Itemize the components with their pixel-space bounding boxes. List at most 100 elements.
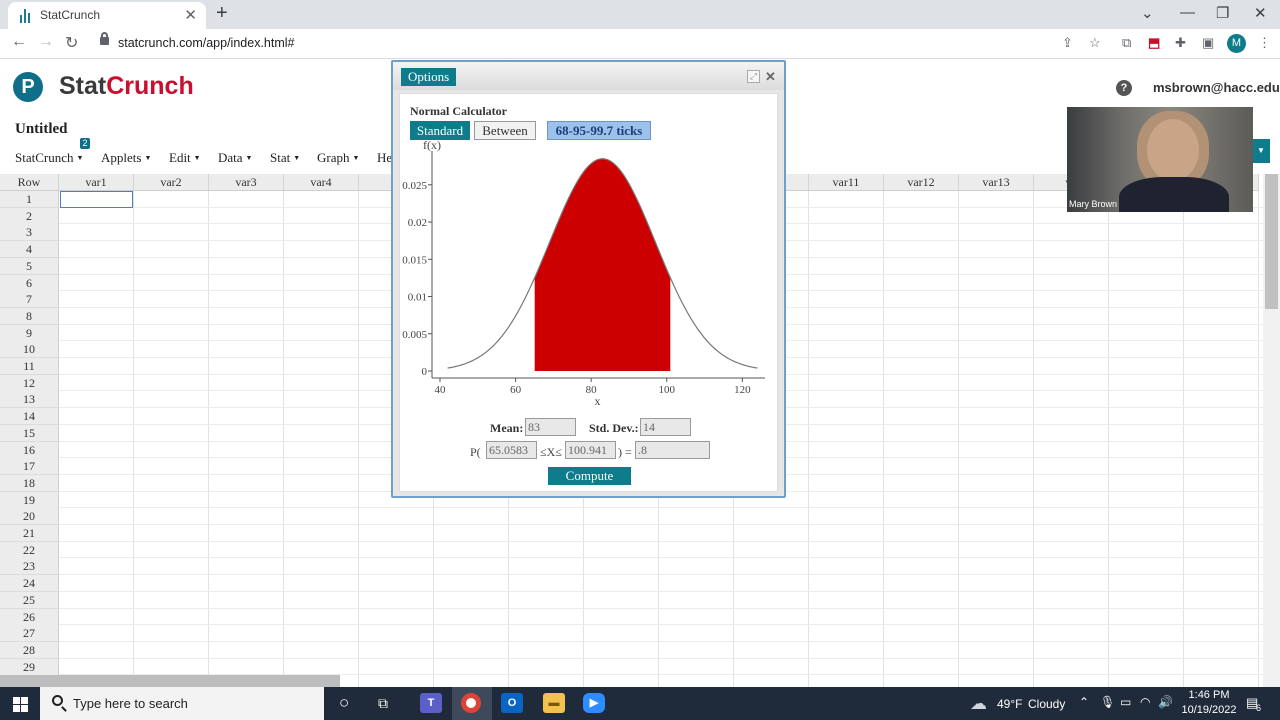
row-number[interactable]: 27 xyxy=(0,625,59,643)
selected-cell[interactable] xyxy=(60,191,133,208)
row-number[interactable]: 14 xyxy=(0,408,59,426)
row-number[interactable]: 23 xyxy=(0,558,59,576)
row-number[interactable]: 21 xyxy=(0,525,59,542)
forward-icon[interactable]: → xyxy=(38,33,54,51)
row-number[interactable]: 25 xyxy=(0,591,59,609)
menu-graph[interactable]: Graph ▼ xyxy=(317,150,359,166)
browser-tab[interactable]: StatCrunch ✕ xyxy=(8,2,206,29)
outlook-icon[interactable]: O xyxy=(501,693,523,713)
window-close-icon[interactable]: ✕ xyxy=(1254,4,1267,22)
maximize-icon[interactable]: ❐ xyxy=(1216,4,1229,22)
column-header[interactable]: var1 xyxy=(59,174,134,191)
row-number[interactable]: 7 xyxy=(0,291,59,309)
chrome-icon[interactable] xyxy=(461,693,481,713)
row-number[interactable]: 3 xyxy=(0,224,59,242)
scroll-thumb[interactable] xyxy=(1265,174,1278,309)
upper-bound-input[interactable]: 100.941 xyxy=(565,441,616,459)
row-number[interactable]: 29 xyxy=(0,658,59,676)
minimize-icon[interactable]: — xyxy=(1180,4,1195,21)
teams-icon[interactable]: T xyxy=(420,693,442,713)
volume-icon[interactable]: 🔊 xyxy=(1158,695,1173,709)
between-tab[interactable]: Between xyxy=(474,121,536,140)
tab-search-icon[interactable]: ⌄ xyxy=(1141,4,1154,22)
row-number[interactable]: 22 xyxy=(0,541,59,559)
grid-column-line xyxy=(958,191,959,687)
row-number[interactable]: 10 xyxy=(0,341,59,359)
row-number[interactable]: 5 xyxy=(0,257,59,275)
zoom-icon[interactable]: ▶ xyxy=(583,693,605,713)
row-number[interactable]: 4 xyxy=(0,241,59,259)
column-header[interactable]: var3 xyxy=(209,174,284,191)
menu-data[interactable]: Data ▼ xyxy=(218,150,252,166)
row-number[interactable]: 18 xyxy=(0,474,59,492)
menu-edit[interactable]: Edit ▼ xyxy=(169,150,201,166)
bookmark-star-icon[interactable]: ☆ xyxy=(1089,35,1101,51)
column-header[interactable]: var11 xyxy=(809,174,884,191)
side-panel-icon[interactable]: ▣ xyxy=(1202,35,1214,51)
horizontal-scrollbar[interactable] xyxy=(0,675,340,687)
standard-tab[interactable]: Standard xyxy=(410,121,470,140)
row-number[interactable]: 12 xyxy=(0,374,59,392)
column-header[interactable]: var12 xyxy=(884,174,959,191)
probability-input[interactable]: .8 xyxy=(635,441,710,459)
new-tab-button[interactable]: + xyxy=(216,2,228,25)
help-icon[interactable]: ? xyxy=(1116,80,1132,96)
menu-stat[interactable]: Stat ▼ xyxy=(270,150,300,166)
row-number[interactable]: 17 xyxy=(0,458,59,476)
windows-start-icon[interactable] xyxy=(13,697,28,712)
task-view-icon[interactable]: ⧉ xyxy=(378,695,388,712)
row-number[interactable]: 26 xyxy=(0,608,59,626)
options-button[interactable]: Options xyxy=(401,68,457,86)
row-number[interactable]: 11 xyxy=(0,358,59,375)
row-number[interactable]: 1 xyxy=(0,191,59,208)
lower-bound-input[interactable]: 65.0583 xyxy=(486,441,537,459)
wifi-icon[interactable]: ◠ xyxy=(1140,695,1150,709)
file-explorer-icon[interactable]: ▬ xyxy=(543,693,565,713)
menu-statcrunch[interactable]: StatCrunch ▼ xyxy=(15,150,83,166)
menu-help[interactable]: He xyxy=(377,150,392,166)
extensions-puzzle-icon[interactable]: ✚ xyxy=(1175,35,1186,51)
browser-menu-icon[interactable]: ⋮ xyxy=(1258,35,1271,51)
row-number[interactable]: 13 xyxy=(0,391,59,409)
mean-input[interactable]: 83 xyxy=(525,418,576,436)
expand-icon[interactable]: ⤢ xyxy=(747,70,760,83)
compute-button[interactable]: Compute xyxy=(548,467,631,485)
row-number[interactable]: 8 xyxy=(0,307,59,325)
tab-close-icon[interactable]: ✕ xyxy=(184,6,197,24)
row-number[interactable]: 19 xyxy=(0,491,59,509)
column-header[interactable]: var13 xyxy=(959,174,1034,191)
microphone-icon[interactable]: 🎙 xyxy=(1100,695,1115,709)
reload-icon[interactable]: ↻ xyxy=(65,33,78,53)
taskbar-search[interactable]: Type here to search xyxy=(40,687,324,720)
pdf-extension-icon[interactable]: ⬒ xyxy=(1148,35,1160,51)
row-number[interactable]: 2 xyxy=(0,207,59,225)
std-dev-input[interactable]: 14 xyxy=(640,418,691,436)
user-email[interactable]: msbrown@hacc.edu xyxy=(1153,80,1280,95)
share-icon[interactable]: ⇪ xyxy=(1062,35,1073,51)
back-icon[interactable]: ← xyxy=(11,33,27,51)
weather-temp[interactable]: 49°F xyxy=(997,697,1022,711)
chevron-down-icon[interactable]: ▼ xyxy=(1252,139,1270,163)
row-number[interactable]: 15 xyxy=(0,424,59,442)
extension-icon[interactable]: ⧉ xyxy=(1122,35,1131,51)
battery-icon[interactable]: ▭ xyxy=(1120,695,1131,709)
menu-applets[interactable]: Applets ▼ xyxy=(101,150,151,166)
row-number[interactable]: 28 xyxy=(0,641,59,659)
vertical-scrollbar[interactable] xyxy=(1263,174,1280,687)
close-icon[interactable]: ✕ xyxy=(765,69,776,85)
column-header[interactable]: var4 xyxy=(284,174,359,191)
address-bar[interactable]: statcrunch.com/app/index.html# xyxy=(92,32,1252,56)
dialog-header[interactable]: Options ⤢ ✕ xyxy=(393,62,784,90)
ticks-toggle[interactable]: 68-95-99.7 ticks xyxy=(547,121,651,140)
row-number[interactable]: 6 xyxy=(0,274,59,292)
row-number[interactable]: 20 xyxy=(0,508,59,526)
row-number[interactable]: 16 xyxy=(0,441,59,459)
profile-avatar[interactable]: M xyxy=(1227,34,1246,53)
row-number[interactable]: 9 xyxy=(0,324,59,342)
system-clock[interactable]: 1:46 PM 10/19/2022 xyxy=(1178,688,1240,718)
tray-chevron-icon[interactable]: ⌃ xyxy=(1079,695,1089,709)
weather-desc[interactable]: Cloudy xyxy=(1028,697,1065,711)
row-number[interactable]: 24 xyxy=(0,575,59,593)
cortana-icon[interactable]: ○ xyxy=(339,693,349,713)
column-header[interactable]: var2 xyxy=(134,174,209,191)
